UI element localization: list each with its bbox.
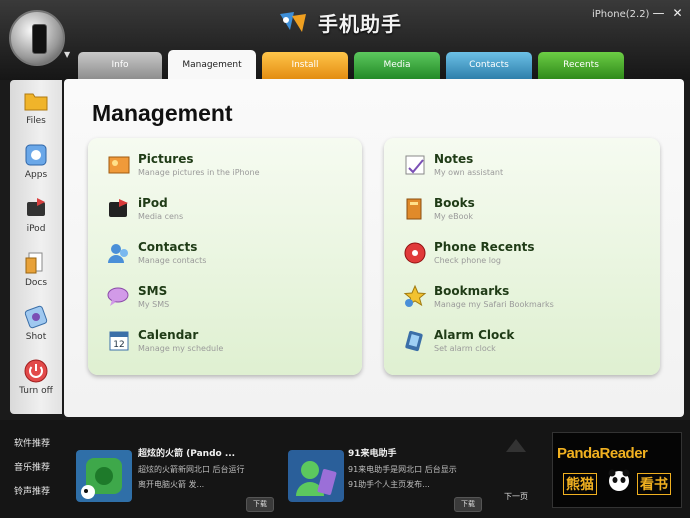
page-title: Management: [92, 100, 233, 126]
banner-text-left: 熊猫: [563, 473, 597, 495]
sidebar-item-label: Docs: [24, 278, 48, 288]
card-desc: 超炫的火箭新网北口 后台运行 离开电脑火箭 发...: [138, 465, 245, 489]
tab-info[interactable]: Info: [78, 52, 162, 79]
panda-icon: [608, 469, 630, 491]
pictures-icon: [108, 156, 130, 174]
app-thumbnail[interactable]: [288, 450, 344, 502]
minimize-button[interactable]: —: [651, 7, 666, 20]
calendar-icon: 12: [109, 331, 129, 351]
tab-recents[interactable]: Recents: [538, 52, 624, 79]
ipod-media-icon: [109, 199, 128, 217]
sidebar-item-label: Turn off: [19, 386, 53, 396]
link-music[interactable]: 音乐推荐: [14, 460, 50, 473]
svg-text:12: 12: [113, 340, 124, 350]
dropdown-arrow-icon[interactable]: ▼: [64, 50, 70, 59]
close-button[interactable]: ✕: [670, 7, 685, 20]
sidebar-item-label: iPod: [26, 224, 46, 234]
tab-media[interactable]: Media: [354, 52, 440, 79]
sidebar-item-apps[interactable]: Apps: [10, 142, 62, 190]
alarm-icon: [405, 330, 423, 352]
card-desc: 91来电助手是网北口 后台显示 91助手个人主页发布...: [348, 465, 457, 489]
tab-contacts[interactable]: Contacts: [446, 52, 532, 79]
power-icon: [24, 359, 48, 383]
contacts-icon: [108, 244, 128, 263]
app-thumbnail[interactable]: [76, 450, 132, 502]
sidebar-item-shot[interactable]: Shot: [10, 304, 62, 352]
apps-icon: [25, 144, 47, 166]
sidebar-item-files[interactable]: Files: [10, 88, 62, 136]
device-avatar[interactable]: [9, 10, 65, 66]
sms-icon: [107, 287, 129, 306]
folder-icon: [24, 93, 48, 111]
card-title[interactable]: 超炫的火箭 (Pando ...: [138, 446, 235, 459]
device-label: iPhone(2.2): [592, 9, 650, 20]
notes-icon: [405, 155, 425, 175]
download-button[interactable]: 下载: [246, 497, 274, 512]
pandareader-banner[interactable]: PandaReader 熊猫 看书: [552, 432, 682, 508]
sidebar-item-docs[interactable]: Docs: [10, 250, 62, 298]
sidebar-item-label: Shot: [25, 332, 47, 342]
ipod-icon: [27, 198, 45, 216]
banner-text-right: 看书: [637, 473, 671, 495]
app-logo-icon: [280, 12, 306, 32]
sidebar-item-label: Apps: [24, 170, 48, 180]
phone-icon: [404, 242, 426, 264]
banner-brand: PandaReader: [557, 445, 648, 462]
download-button[interactable]: 下载: [454, 497, 482, 512]
link-software[interactable]: 软件推荐: [14, 436, 50, 449]
books-icon: [406, 198, 422, 220]
link-ringtone[interactable]: 铃声推荐: [14, 484, 50, 497]
sidebar: Files Apps iPod Docs Shot Turn off: [10, 80, 62, 414]
app-title: 手机助手: [318, 12, 402, 36]
rocket-app-icon: [76, 450, 132, 502]
sidebar-item-turn-off[interactable]: Turn off: [10, 358, 62, 406]
tab-management[interactable]: Management: [168, 50, 256, 80]
caller-app-icon: [288, 450, 344, 502]
bookmarks-icon: [403, 284, 427, 307]
card-title[interactable]: 91来电助手: [348, 446, 397, 459]
next-page-button[interactable]: 下一页: [496, 435, 536, 505]
next-page-label: 下一页: [504, 492, 528, 501]
camera-icon: [24, 305, 48, 329]
sidebar-item-label: Files: [26, 116, 46, 126]
docs-icon: [25, 252, 43, 274]
sidebar-item-ipod[interactable]: iPod: [10, 196, 62, 244]
arrow-up-icon: [506, 439, 526, 452]
tab-install[interactable]: Install: [262, 52, 348, 79]
